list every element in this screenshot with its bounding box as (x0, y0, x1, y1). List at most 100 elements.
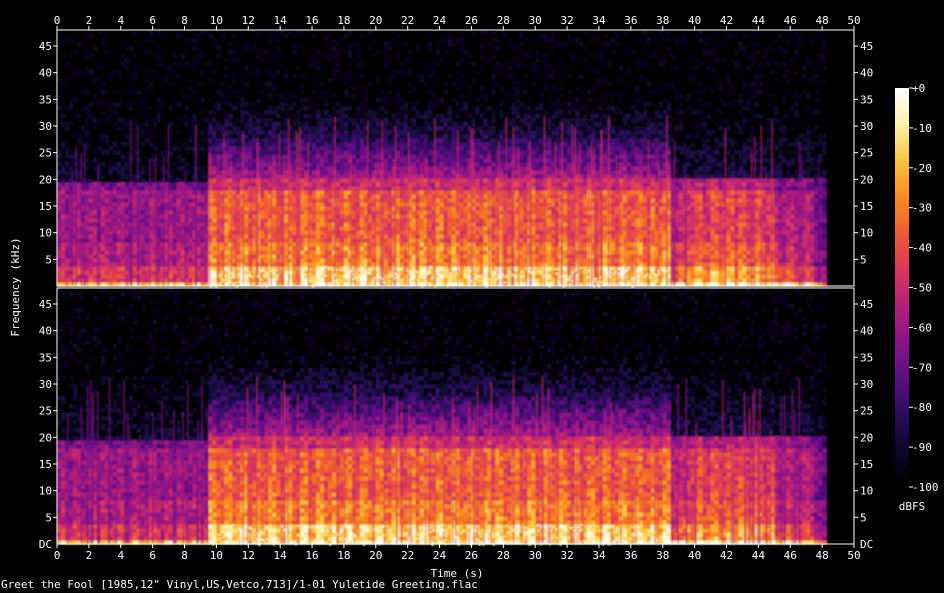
spectrogram-cell (112, 150, 118, 155)
spectrogram-cell (144, 238, 150, 243)
spectrogram-cell (451, 222, 457, 227)
spectrogram-cell (200, 230, 206, 235)
spectrogram-cell (60, 166, 66, 171)
spectrogram-cell (248, 246, 253, 251)
spectrogram-cell (451, 178, 457, 183)
spectrogram-cell (156, 118, 162, 123)
spectrogram-cell (351, 174, 357, 179)
spectrogram-cell (387, 134, 393, 139)
spectrogram-cell (88, 278, 94, 283)
spectrogram-cell (475, 178, 481, 183)
spectrogram-cell (160, 262, 166, 267)
spectrogram-cell (116, 102, 122, 107)
spectrogram-cell (108, 262, 114, 267)
spectrogram-cell (427, 154, 433, 159)
spectrogram-cell (272, 254, 277, 259)
spectrogram-cell (88, 226, 94, 231)
spectrogram-cell (248, 130, 253, 135)
spectrogram-cell (411, 198, 417, 203)
spectrogram-cell (168, 234, 174, 239)
spectrogram-cell (180, 202, 186, 207)
spectrogram-cell (160, 54, 166, 59)
spectrogram-cell (415, 146, 421, 151)
spectrogram-cell (351, 122, 357, 127)
spectrogram-cell (367, 186, 373, 191)
spectrogram-cell (160, 266, 166, 271)
spectrogram-cell (339, 226, 345, 231)
spectrogram-cell (148, 30, 154, 35)
spectrogram-cell (339, 146, 345, 151)
spectrogram-cell (140, 278, 146, 283)
spectrogram-cell (160, 34, 166, 39)
spectrogram-cell (411, 170, 417, 175)
spectrogram-cell (343, 174, 349, 179)
spectrogram-cell (343, 122, 349, 127)
spectrogram-cell (272, 258, 277, 263)
spectrogram-cell (264, 126, 269, 131)
spectrogram-cell (339, 262, 345, 267)
spectrogram-cell (443, 194, 449, 199)
spectrogram-cell (343, 94, 349, 99)
spectrogram-cell (312, 230, 317, 235)
spectrogram-cell (347, 54, 353, 59)
spectrogram-cell (244, 242, 249, 247)
spectrogram-cell (467, 54, 473, 59)
spectrogram-cell (479, 30, 484, 35)
spectrogram-cell (176, 118, 182, 123)
spectrogram-cell (292, 102, 297, 107)
spectrogram-cell (144, 182, 150, 187)
spectrogram-cell (371, 134, 377, 139)
spectrogram-cell (176, 74, 182, 79)
spectrogram-cell (403, 250, 409, 255)
spectrogram-cell (487, 142, 492, 147)
spectrogram-cell (272, 82, 277, 87)
spectrogram-cell (300, 98, 305, 103)
spectrogram-cell (236, 150, 241, 155)
spectrogram-cell (471, 170, 477, 175)
spectrogram-cell (60, 194, 66, 199)
spectrogram-cell (403, 222, 409, 227)
spectrogram-cell (208, 126, 214, 131)
spectrogram-cell (108, 214, 114, 219)
spectrogram-cell (483, 262, 488, 267)
spectrogram-cell (240, 162, 245, 167)
spectrogram-cell (200, 222, 206, 227)
spectrogram-cell (204, 190, 210, 195)
spectrogram-cell (483, 146, 488, 151)
spectrogram-cell (343, 198, 349, 203)
spectrogram-cell (320, 66, 325, 71)
spectrogram-cell (455, 38, 461, 43)
spectrogram-cell (96, 30, 102, 35)
spectrogram-cell (200, 146, 206, 151)
spectrogram-cell (487, 118, 492, 123)
spectrogram-cell (108, 230, 114, 235)
spectrogram-cell (463, 134, 469, 139)
spectrogram-cell (459, 222, 465, 227)
spectrogram-cell (459, 266, 465, 271)
spectrogram-cell (172, 258, 178, 263)
spectrogram-cell (471, 158, 477, 163)
spectrogram-cell (316, 146, 321, 151)
spectrogram-cell (268, 38, 273, 43)
spectrogram-cell (415, 134, 421, 139)
spectrogram-cell (300, 226, 305, 231)
spectrogram-cell (403, 42, 409, 47)
spectrogram-cell (320, 218, 325, 223)
spectrogram-cell (459, 134, 465, 139)
spectrogram-cell (435, 142, 441, 147)
spectrogram-cell (447, 154, 453, 159)
spectrogram-cell (471, 218, 477, 223)
spectrogram-cell (220, 94, 225, 99)
spectrogram-cell (335, 206, 341, 211)
spectrogram-cell (196, 102, 202, 107)
spectrogram-cell (300, 102, 305, 107)
spectrogram-cell (112, 246, 118, 251)
spectrogram-cell (351, 254, 357, 259)
spectrogram-cell (224, 162, 229, 167)
spectrogram-cell (140, 170, 146, 175)
spectrogram-cell (212, 254, 217, 259)
spectrogram-cell (220, 34, 225, 39)
spectrogram-cell (327, 274, 333, 279)
spectrogram-cell (188, 254, 194, 259)
spectrogram-cell (347, 106, 353, 111)
